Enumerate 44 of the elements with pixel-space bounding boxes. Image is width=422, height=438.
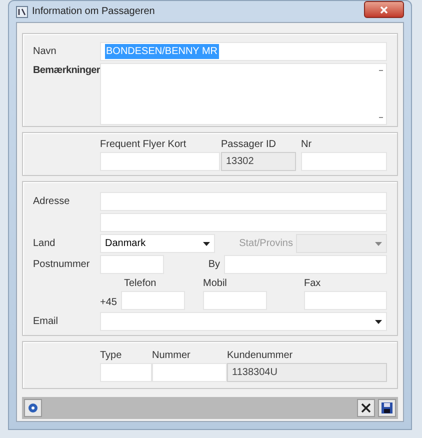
address-field[interactable] xyxy=(100,192,387,211)
field-label: By xyxy=(207,258,221,272)
close-icon xyxy=(380,6,388,14)
close-icon xyxy=(361,403,371,413)
close-button[interactable] xyxy=(364,1,404,18)
field-label: +45 xyxy=(100,296,118,310)
email-dropdown[interactable] xyxy=(100,312,387,331)
city-field[interactable] xyxy=(224,255,387,274)
card-number-field[interactable] xyxy=(152,363,227,382)
field-label: Nr xyxy=(301,138,313,152)
frequent-flyer-field[interactable] xyxy=(100,152,220,171)
field-label: Postnummer xyxy=(33,258,91,272)
fax-field[interactable] xyxy=(304,291,387,310)
postal-code-field[interactable] xyxy=(100,255,164,274)
help-icon xyxy=(28,403,38,413)
field-label: Frequent Flyer Kort xyxy=(100,138,188,152)
field-label: Passager ID xyxy=(221,138,278,152)
window-title: Information om Passageren xyxy=(32,5,155,19)
card-type-field[interactable] xyxy=(100,363,152,382)
field-label: Land xyxy=(33,237,56,251)
country-dropdown[interactable]: Danmark xyxy=(100,234,215,253)
mobile-field[interactable] xyxy=(203,291,267,310)
field-label: Telefon xyxy=(124,277,158,291)
field-label: Email xyxy=(33,315,60,329)
remarks-field[interactable] xyxy=(100,63,387,125)
address-field[interactable] xyxy=(100,213,387,232)
field-label: Adresse xyxy=(33,195,71,209)
phone-field[interactable] xyxy=(121,291,185,310)
field-label: Nummer xyxy=(152,349,192,363)
dropdown-arrow-icon xyxy=(375,242,382,246)
dropdown-arrow-icon xyxy=(203,242,210,246)
app-icon xyxy=(16,6,28,18)
help-button[interactable] xyxy=(24,399,42,417)
field-label: Navn xyxy=(33,45,58,59)
field-label: Mobil xyxy=(203,277,228,291)
dropdown-arrow-icon xyxy=(375,320,382,324)
field-label: Type xyxy=(100,349,123,363)
save-button[interactable] xyxy=(378,399,396,417)
field-label: Fax xyxy=(304,277,322,291)
field-label: Kundenummer xyxy=(227,349,294,363)
field-label: Stat/Provins xyxy=(239,237,294,251)
field-label: Bemærkninger xyxy=(33,64,100,78)
number-field[interactable] xyxy=(301,152,387,171)
cancel-button[interactable] xyxy=(357,399,375,417)
